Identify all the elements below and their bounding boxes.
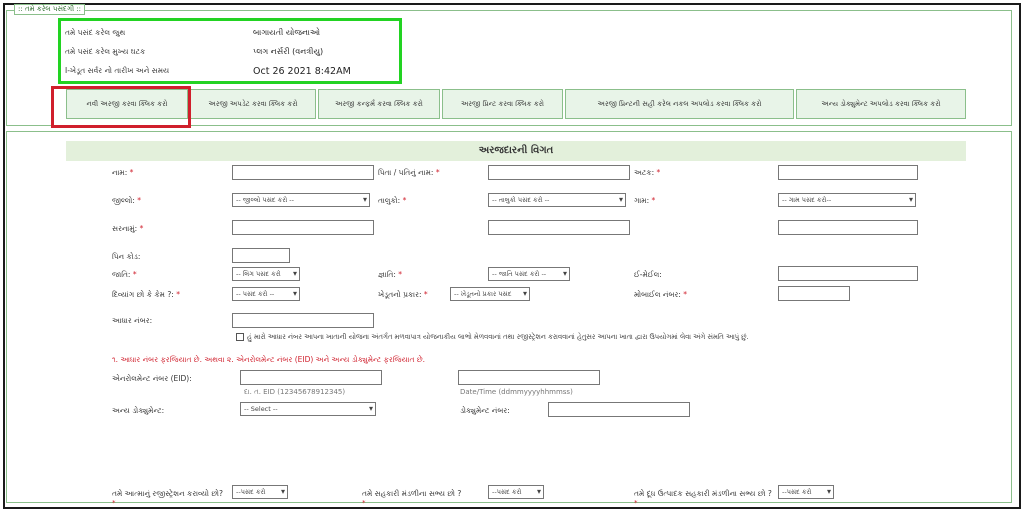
required-mark: * — [362, 499, 366, 507]
consent-text: હું મારો આધાર નંબર આપના ખાતાની યોજના અંત… — [247, 333, 749, 341]
surname-input[interactable] — [778, 165, 918, 180]
tab-upload-other-docs[interactable]: અન્ય ડોક્યુમેન્ટ અપલોડ કરવા ક્લિક કરો — [796, 89, 966, 119]
info-label: તમે પસંદ કરેલ મુખ્ય ઘટક — [65, 47, 146, 56]
address-label: સરનામું: * — [112, 224, 144, 233]
applicant-section — [6, 131, 1012, 503]
tab-new-application[interactable]: નવી અરજી કરવા ક્લિક કરો — [66, 89, 188, 119]
eid-label: એનરોલમેન્ટ નંબર (EID): — [112, 374, 192, 383]
gender-label: જાતિ: * — [112, 270, 137, 279]
tab-confirm-application[interactable]: અરજી કન્ફર્મ કરવા ક્લિક કરો — [318, 89, 440, 119]
other-doc-label: અન્ય ડોક્યુમેન્ટ: — [112, 406, 165, 415]
coop-member-label: તમે સહકારી મંડળીના સભ્ય છો ? — [362, 489, 462, 498]
farmer-type-label: ખેડૂતનો પ્રકાર: * — [378, 290, 428, 299]
disabled-select[interactable]: -- પસંદ કરો -- — [232, 287, 300, 301]
section-title: અરજદારની વિગત — [66, 141, 966, 161]
doc-number-label: ડોક્યુમેન્ટ નંબર: — [460, 406, 510, 415]
village-label: ગામ: * — [634, 196, 656, 205]
other-doc-select[interactable]: -- Select -- — [240, 402, 376, 416]
village-select[interactable]: -- ગામ પસંદ કરો-- — [778, 193, 916, 207]
address-line1-input[interactable] — [232, 220, 374, 235]
category-select[interactable]: -- જાતિ પસંદ કરો -- — [488, 267, 570, 281]
consent-checkbox[interactable] — [236, 333, 244, 341]
selection-info-box: તમે પસંદ કરેલ જુથ બાગાયતી યોજનાઓ તમે પસં… — [58, 18, 402, 84]
selection-legend: :: તમે કરેલ પસંદગી :: — [14, 4, 86, 15]
disabled-label: દિવ્યાંગ છો કે કેમ ?: * — [112, 290, 180, 299]
tab-update-application[interactable]: અરજી અપડેટ કરવા ક્લિક કરો — [190, 89, 316, 119]
aadhar-input[interactable] — [232, 313, 374, 328]
atma-registration-label: તમે આત્માનું રજીસ્ટ્રેશન કરાવ્યો છો? — [112, 489, 223, 498]
eid-hint: દા. ત. EID (12345678912345) — [244, 388, 346, 396]
info-label: I-ખેડૂત સર્વર નો તારીખ અને સમય — [65, 66, 170, 75]
mandatory-note: ૧. આધાર નંબર ફરજિયાત છે. અથવા ૨. એનરોલમે… — [112, 355, 426, 364]
father-name-label: પિતા / પતિનું નામ: * — [378, 168, 440, 177]
info-label: તમે પસંદ કરેલ જુથ — [65, 28, 126, 37]
category-label: જ્ઞાતિ: * — [378, 270, 403, 279]
tab-print-application[interactable]: અરજી પ્રિન્ટ કરવા ક્લિક કરો — [442, 89, 563, 119]
name-label: નામ: * — [112, 168, 134, 177]
father-name-input[interactable] — [488, 165, 630, 180]
taluka-select[interactable]: -- તાલુકો પસંદ કરો -- — [488, 193, 626, 207]
pincode-input[interactable] — [232, 248, 290, 263]
info-value: Oct 26 2021 8:42AM — [253, 66, 351, 77]
email-input[interactable] — [778, 266, 918, 281]
milk-coop-member-label: તમે દૂધ ઉત્પાદક સહકારી મંડળીના સભ્ય છો ? — [634, 489, 772, 498]
info-value: પ્લગ નર્સરી (વનત્રીયુ) — [253, 47, 324, 56]
surname-label: અટક: * — [634, 168, 661, 177]
email-label: ઈ-મેઈલ: — [634, 270, 662, 279]
eid-input[interactable] — [240, 370, 382, 385]
info-value: બાગાયતી યોજનાઓ — [253, 28, 321, 37]
datetime-input[interactable] — [458, 370, 600, 385]
gender-select[interactable]: -- લિંગ પસંદ કરો — [232, 267, 300, 281]
milk-coop-member-select[interactable]: --પસંદ કરો — [778, 485, 834, 499]
farmer-type-select[interactable]: -- ખેડૂતનો પ્રકાર પસંદ — [450, 287, 530, 301]
district-label: જીલ્લો: * — [112, 196, 142, 205]
taluka-label: તાલુકો: * — [378, 196, 407, 205]
mobile-input[interactable] — [778, 286, 850, 301]
coop-member-select[interactable]: --પસંદ કરો — [488, 485, 544, 499]
required-mark: * — [634, 499, 638, 507]
mobile-label: મોબાઈલ નંબર: * — [634, 290, 688, 299]
tab-upload-signed-copy[interactable]: અરજી પ્રિન્ટની સહી કરેલ નકલ અપલોડ કરવા ક… — [565, 89, 794, 119]
atma-registration-select[interactable]: --પસંદ કરો — [232, 485, 288, 499]
doc-number-input[interactable] — [548, 402, 690, 417]
address-line2-input[interactable] — [488, 220, 630, 235]
district-select[interactable]: -- જીલ્લો પસંદ કરો -- — [232, 193, 370, 207]
address-line3-input[interactable] — [778, 220, 918, 235]
pincode-label: પિન કોડ: — [112, 252, 141, 261]
datetime-hint: Date/Time (ddmmyyyyhhmmss) — [460, 388, 573, 396]
required-mark: * — [112, 499, 116, 507]
aadhar-label: આધાર નંબર: — [112, 316, 153, 325]
name-input[interactable] — [232, 165, 374, 180]
